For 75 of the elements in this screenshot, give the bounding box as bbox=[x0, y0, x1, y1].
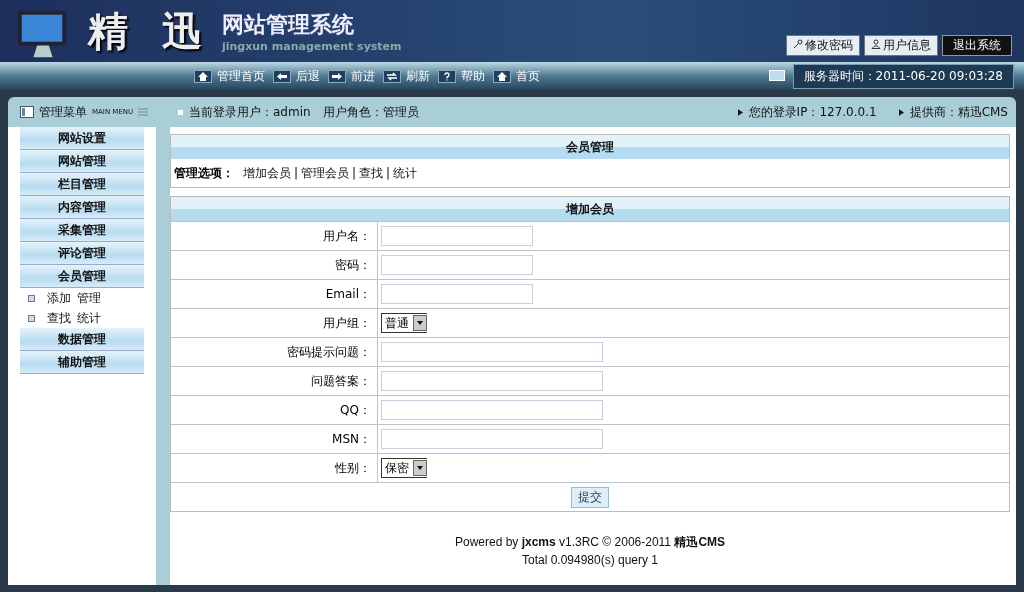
sidebar-item[interactable]: 网站设置 bbox=[20, 127, 144, 150]
input-field[interactable] bbox=[381, 284, 533, 304]
field-label: QQ： bbox=[340, 401, 371, 419]
key-icon bbox=[793, 39, 803, 49]
field-label: Email： bbox=[325, 285, 371, 303]
sidebar-item[interactable]: 评论管理 bbox=[20, 242, 144, 265]
sidebar-item[interactable]: 栏目管理 bbox=[20, 173, 144, 196]
field-label: 用户组： bbox=[323, 314, 371, 332]
server-time: 服务器时间：2011-06-20 09:03:28 bbox=[792, 63, 1014, 89]
query-stats: Total 0.094980(s) query 1 bbox=[521, 553, 659, 567]
logo-subtitle: 网站管理系统 bbox=[221, 10, 355, 39]
sidebar-item[interactable]: 网站管理 bbox=[20, 150, 144, 173]
sidebar-item[interactable]: 数据管理 bbox=[20, 328, 144, 351]
submenu-link[interactable]: 统计 bbox=[77, 309, 101, 327]
logo-title: 精 迅 bbox=[88, 5, 212, 56]
separator: | bbox=[386, 166, 391, 180]
triangle-icon bbox=[737, 108, 743, 116]
monitor-icon bbox=[768, 70, 785, 82]
nav-link[interactable]: 管理首页 bbox=[194, 67, 265, 85]
list-icon[interactable] bbox=[138, 108, 149, 116]
field-label: 用户名： bbox=[323, 227, 371, 245]
nav-link[interactable]: 后退 bbox=[273, 67, 320, 85]
nav-link[interactable]: 前进 bbox=[328, 67, 375, 85]
select-field[interactable]: 保密 bbox=[381, 458, 427, 478]
provider-info: 提供商：精迅CMS bbox=[909, 103, 1008, 121]
sidebar-title: 管理菜单 bbox=[39, 103, 87, 121]
sidebar-item[interactable]: 采集管理 bbox=[20, 219, 144, 242]
help-icon bbox=[438, 69, 456, 83]
triangle-icon bbox=[898, 108, 904, 116]
field-label: 问题答案： bbox=[311, 372, 371, 390]
option-link[interactable]: 增加会员 bbox=[243, 164, 291, 182]
square-bullet-icon bbox=[178, 109, 183, 115]
user-info-button[interactable]: 用户信息 bbox=[864, 35, 938, 56]
field-label: 密码提示问题： bbox=[287, 343, 371, 361]
nav-link[interactable]: 帮助 bbox=[438, 67, 485, 85]
input-field[interactable] bbox=[381, 400, 603, 420]
login-ip: 您的登录IP：127.0.0.1 bbox=[748, 103, 877, 121]
field-label: 密码： bbox=[335, 256, 371, 274]
separator: | bbox=[352, 166, 357, 180]
options-label: 管理选项： bbox=[174, 164, 234, 182]
bullet-icon bbox=[28, 314, 35, 322]
panel-title: 会员管理 bbox=[171, 135, 1009, 159]
home-icon bbox=[194, 69, 212, 83]
field-label: 性别： bbox=[335, 459, 371, 477]
change-password-button[interactable]: 修改密码 bbox=[786, 35, 860, 56]
nav-link[interactable]: 首页 bbox=[493, 67, 540, 85]
option-link[interactable]: 查找 bbox=[359, 164, 384, 182]
powered-by-text: Powered by jxcms v1.3RC © 2006-2011 精迅CMS bbox=[454, 534, 726, 551]
logo-tagline: jingxun management system bbox=[221, 39, 402, 53]
form-title: 增加会员 bbox=[171, 197, 1009, 221]
option-link[interactable]: 统计 bbox=[393, 164, 418, 182]
input-field[interactable] bbox=[381, 371, 603, 391]
logout-button[interactable]: 退出系统 bbox=[942, 35, 1012, 56]
home-icon bbox=[493, 69, 511, 83]
input-field[interactable] bbox=[381, 429, 603, 449]
input-field[interactable] bbox=[381, 342, 603, 362]
nav-link[interactable]: 刷新 bbox=[383, 67, 430, 85]
submit-button[interactable]: 提交 bbox=[571, 486, 609, 508]
input-field[interactable] bbox=[381, 226, 533, 246]
sidebar-item[interactable]: 内容管理 bbox=[20, 196, 144, 219]
login-user-info: 当前登录用户：admin 用户角色：管理员 bbox=[189, 103, 419, 121]
submenu-link[interactable]: 添加 bbox=[47, 289, 71, 307]
sidebar-item[interactable]: 辅助管理 bbox=[20, 351, 144, 374]
menu-icon bbox=[20, 106, 34, 118]
option-link[interactable]: 管理会员 bbox=[301, 164, 350, 182]
separator: | bbox=[294, 166, 299, 180]
refresh-icon bbox=[383, 69, 401, 83]
input-field[interactable] bbox=[381, 255, 533, 275]
user-icon bbox=[871, 39, 881, 49]
field-label: MSN： bbox=[332, 430, 371, 448]
bullet-icon bbox=[28, 294, 35, 302]
submenu-link[interactable]: 管理 bbox=[77, 289, 101, 307]
submenu-link[interactable]: 查找 bbox=[47, 309, 71, 327]
select-field[interactable]: 普通 bbox=[381, 313, 427, 333]
sidebar-item[interactable]: 会员管理 bbox=[20, 265, 144, 288]
